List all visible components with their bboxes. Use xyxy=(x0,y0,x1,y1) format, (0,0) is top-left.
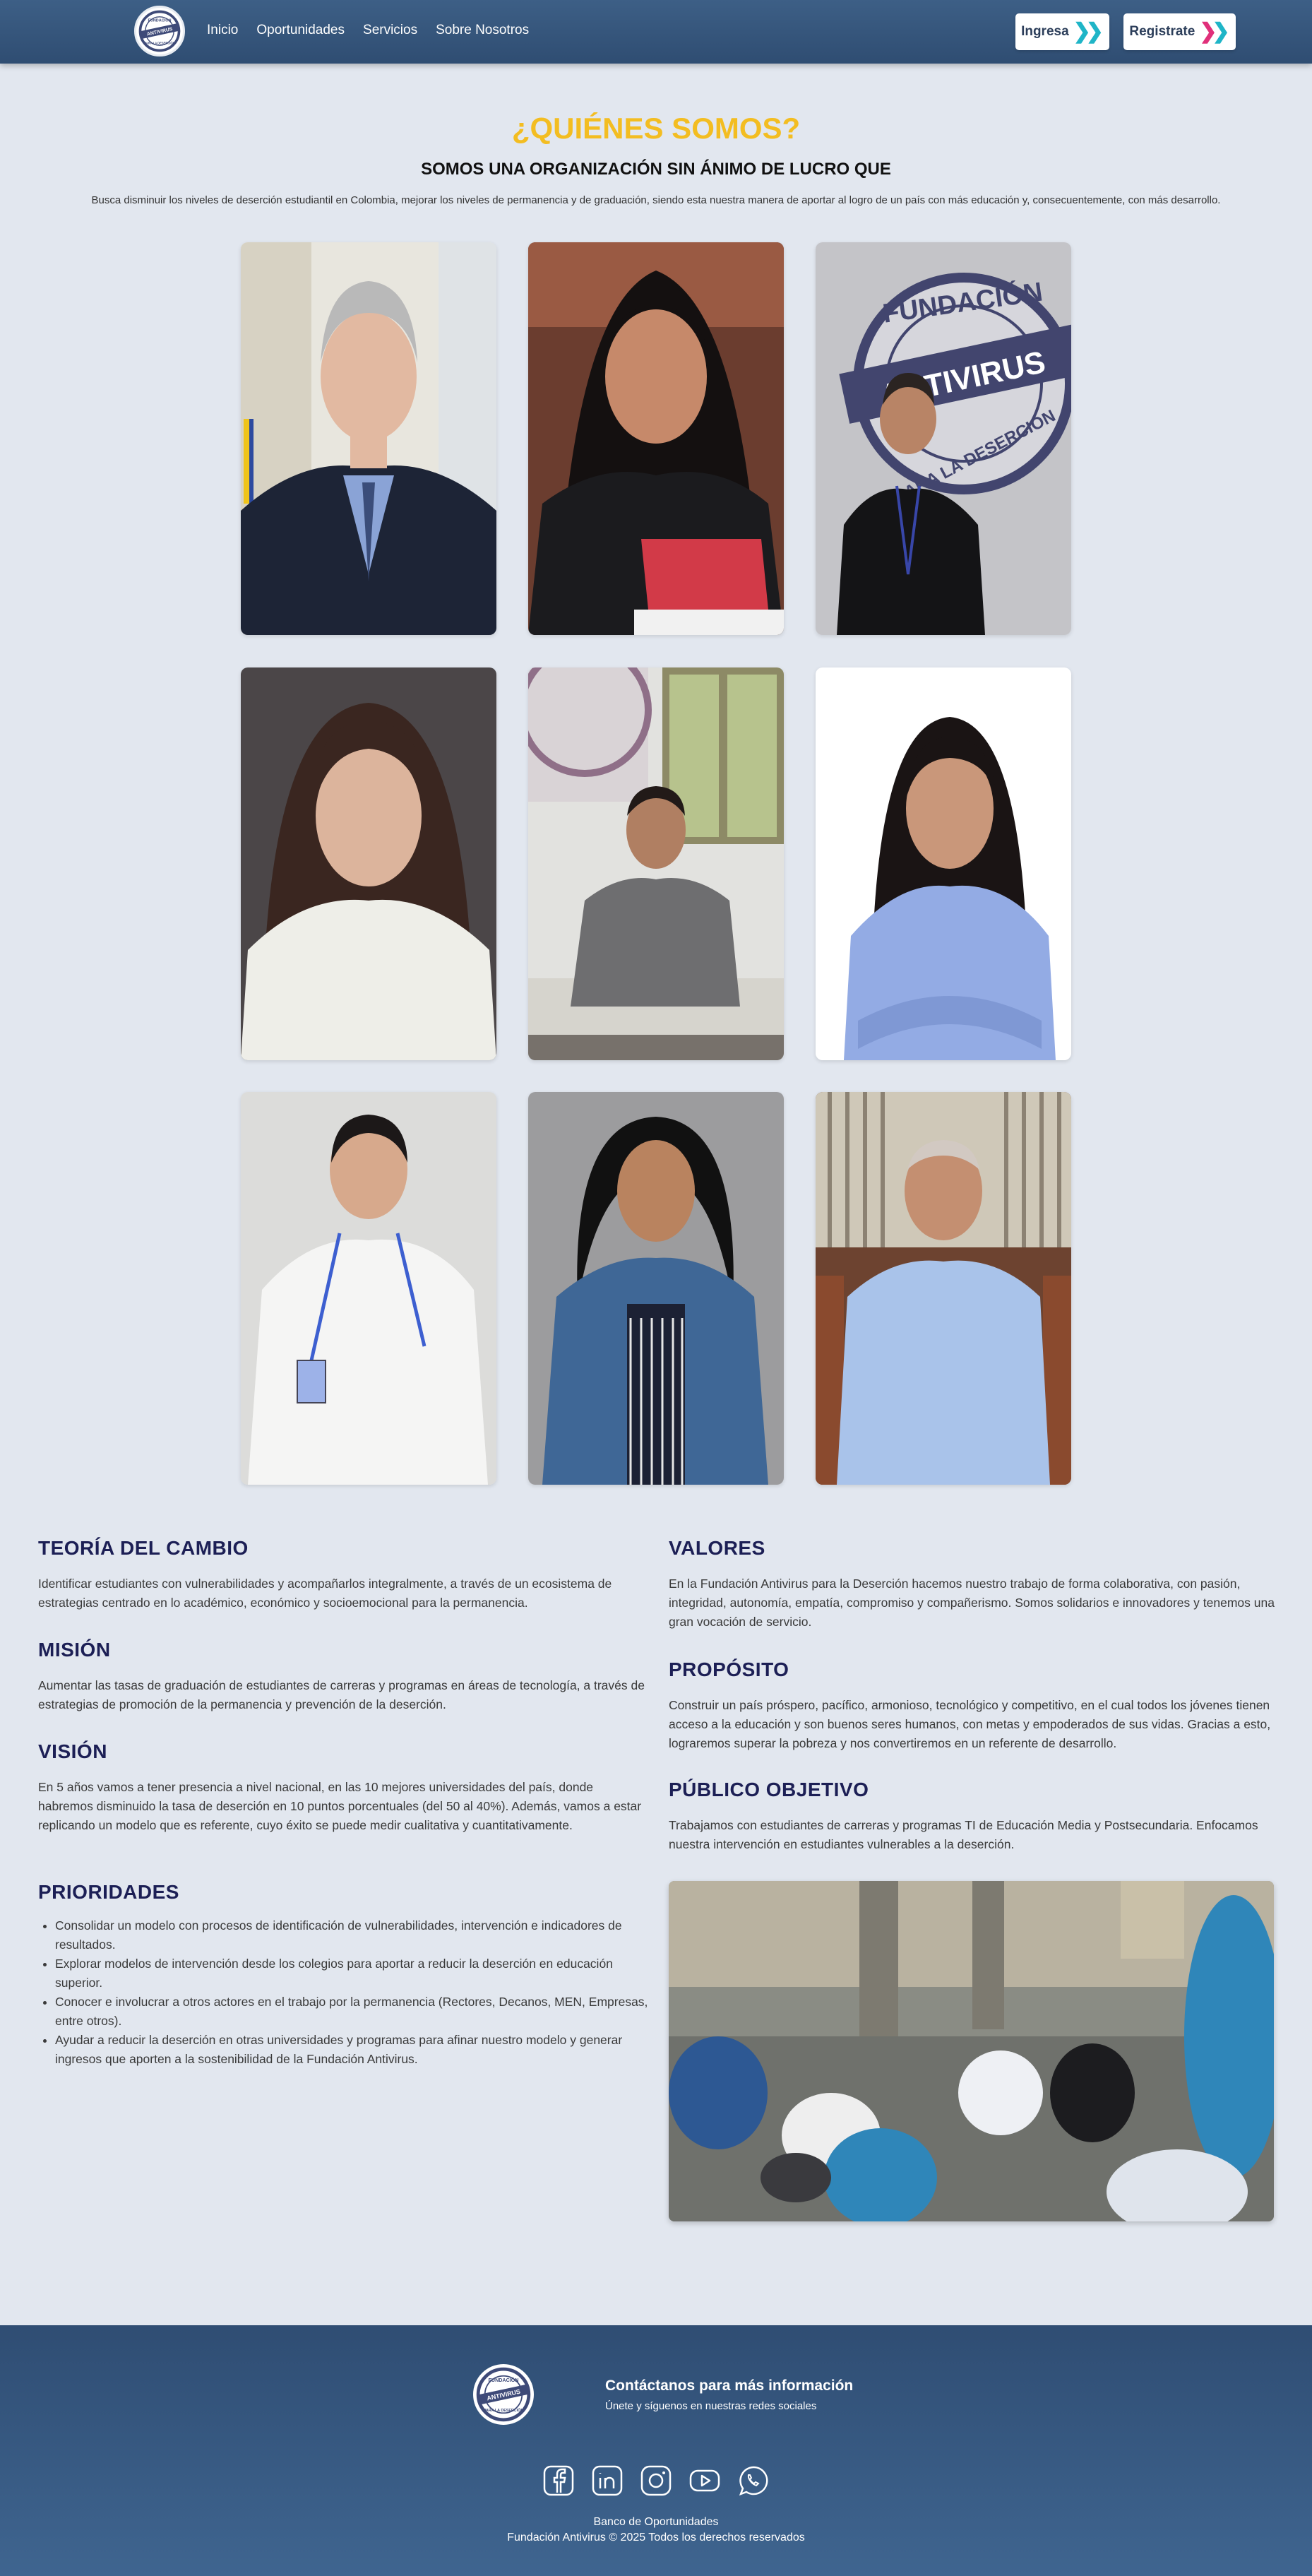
team-photo-2 xyxy=(528,242,784,635)
login-button[interactable]: Ingresa ❯ ❯ xyxy=(1015,13,1109,50)
nav-link-servicios[interactable]: Servicios xyxy=(363,23,417,38)
footer-contact-title: Contáctanos para más información xyxy=(605,2378,854,2394)
mision-text: Aumentar las tasas de graduación de estu… xyxy=(38,1678,645,1711)
list-item: Ayudar a reducir la deserción en otras u… xyxy=(55,2031,648,2069)
logo-text-bottom: PARA LA DESERCIÓN xyxy=(144,41,174,44)
page-title: ¿QUIÉNES SOMOS? xyxy=(511,112,801,145)
vision-text: En 5 años vamos a tener presencia a nive… xyxy=(38,1780,642,1832)
students-photo xyxy=(669,1881,1274,2221)
nav-link-oportunidades[interactable]: Oportunidades xyxy=(256,23,345,38)
footer-logo[interactable]: FUNDACIÓN ANTIVIRUS PARA LA DESERCIÓN xyxy=(473,2364,534,2425)
linkedin-icon[interactable] xyxy=(591,2464,624,2497)
navbar: FUNDACIÓN ANTIVIRUS PARA LA DESERCIÓN In… xyxy=(0,0,1312,64)
footer-follow-text: Únete y síguenos en nuestras redes socia… xyxy=(605,2400,817,2412)
team-photo-8 xyxy=(528,1092,784,1485)
team-photo-9 xyxy=(816,1092,1071,1485)
facebook-icon[interactable] xyxy=(542,2464,575,2497)
instagram-icon[interactable] xyxy=(640,2464,672,2497)
double-chevron-icon: ❯ ❯ xyxy=(1073,20,1104,43)
prioridades-title: PRIORIDADES xyxy=(38,1881,179,1903)
nav-link-inicio[interactable]: Inicio xyxy=(207,23,238,38)
teoria-text: Identificar estudiantes con vulnerabilid… xyxy=(38,1577,612,1610)
footer-copyright: Fundación Antivirus © 2025 Todos los der… xyxy=(507,2532,805,2544)
teoria-title: TEORÍA DEL CAMBIO xyxy=(38,1537,249,1559)
publico-text: Trabajamos con estudiantes de carreras y… xyxy=(669,1818,1258,1851)
valores-title: VALORES xyxy=(669,1537,765,1559)
proposito-title: PROPÓSITO xyxy=(669,1658,789,1680)
list-item: Explorar modelos de intervención desde l… xyxy=(55,1954,648,1993)
team-photo-7 xyxy=(241,1092,496,1485)
main-nav: Inicio Oportunidades Servicios Sobre Nos… xyxy=(207,23,529,38)
page-subtitle: SOMOS UNA ORGANIZACIÓN SIN ÁNIMO DE LUCR… xyxy=(421,160,891,179)
logo-text-bottom: PARA LA DESERCIÓN xyxy=(484,2407,524,2413)
prioridades-list: Consolidar un modelo con procesos de ide… xyxy=(55,1916,648,2069)
nav-link-sobre-nosotros[interactable]: Sobre Nosotros xyxy=(436,23,529,38)
logo-seal-icon: FUNDACIÓN ANTIVIRUS PARA LA DESERCIÓN xyxy=(138,10,181,52)
whatsapp-icon[interactable] xyxy=(737,2464,770,2497)
register-button[interactable]: Registrate ❯ ❯ xyxy=(1123,13,1236,50)
valores-text: En la Fundación Antivirus para la Deserc… xyxy=(669,1577,1275,1629)
page-description: Busca disminuir los niveles de deserción… xyxy=(91,194,1221,206)
social-links xyxy=(542,2464,770,2497)
logo[interactable]: FUNDACIÓN ANTIVIRUS PARA LA DESERCIÓN xyxy=(134,6,185,57)
team-photo-1 xyxy=(241,242,496,635)
publico-title: PÚBLICO OBJETIVO xyxy=(669,1779,869,1800)
logo-text-top: FUNDACIÓN xyxy=(148,17,172,23)
team-photo-3: FUNDACIÓN ANTIVIRUS PARA LA DESERCIÓN xyxy=(816,242,1071,635)
vision-title: VISIÓN xyxy=(38,1740,107,1762)
mision-title: MISIÓN xyxy=(38,1639,111,1661)
logo-text-top: FUNDACIÓN xyxy=(489,2377,519,2383)
login-button-label: Ingresa xyxy=(1021,24,1069,39)
double-chevron-icon: ❯ ❯ xyxy=(1199,20,1230,43)
footer: FUNDACIÓN ANTIVIRUS PARA LA DESERCIÓN Co… xyxy=(0,2325,1312,2576)
logo-seal-icon: FUNDACIÓN ANTIVIRUS PARA LA DESERCIÓN xyxy=(476,2367,531,2422)
team-photo-6 xyxy=(816,667,1071,1060)
youtube-icon[interactable] xyxy=(688,2464,721,2497)
list-item: Consolidar un modelo con procesos de ide… xyxy=(55,1916,648,1954)
list-item: Conocer e involucrar a otros actores en … xyxy=(55,1993,648,2031)
proposito-text: Construir un país próspero, pacífico, ar… xyxy=(669,1698,1271,1750)
register-button-label: Registrate xyxy=(1129,24,1195,39)
team-photo-5 xyxy=(528,667,784,1060)
footer-bank-text: Banco de Oportunidades xyxy=(593,2516,719,2528)
team-photo-4 xyxy=(241,667,496,1060)
